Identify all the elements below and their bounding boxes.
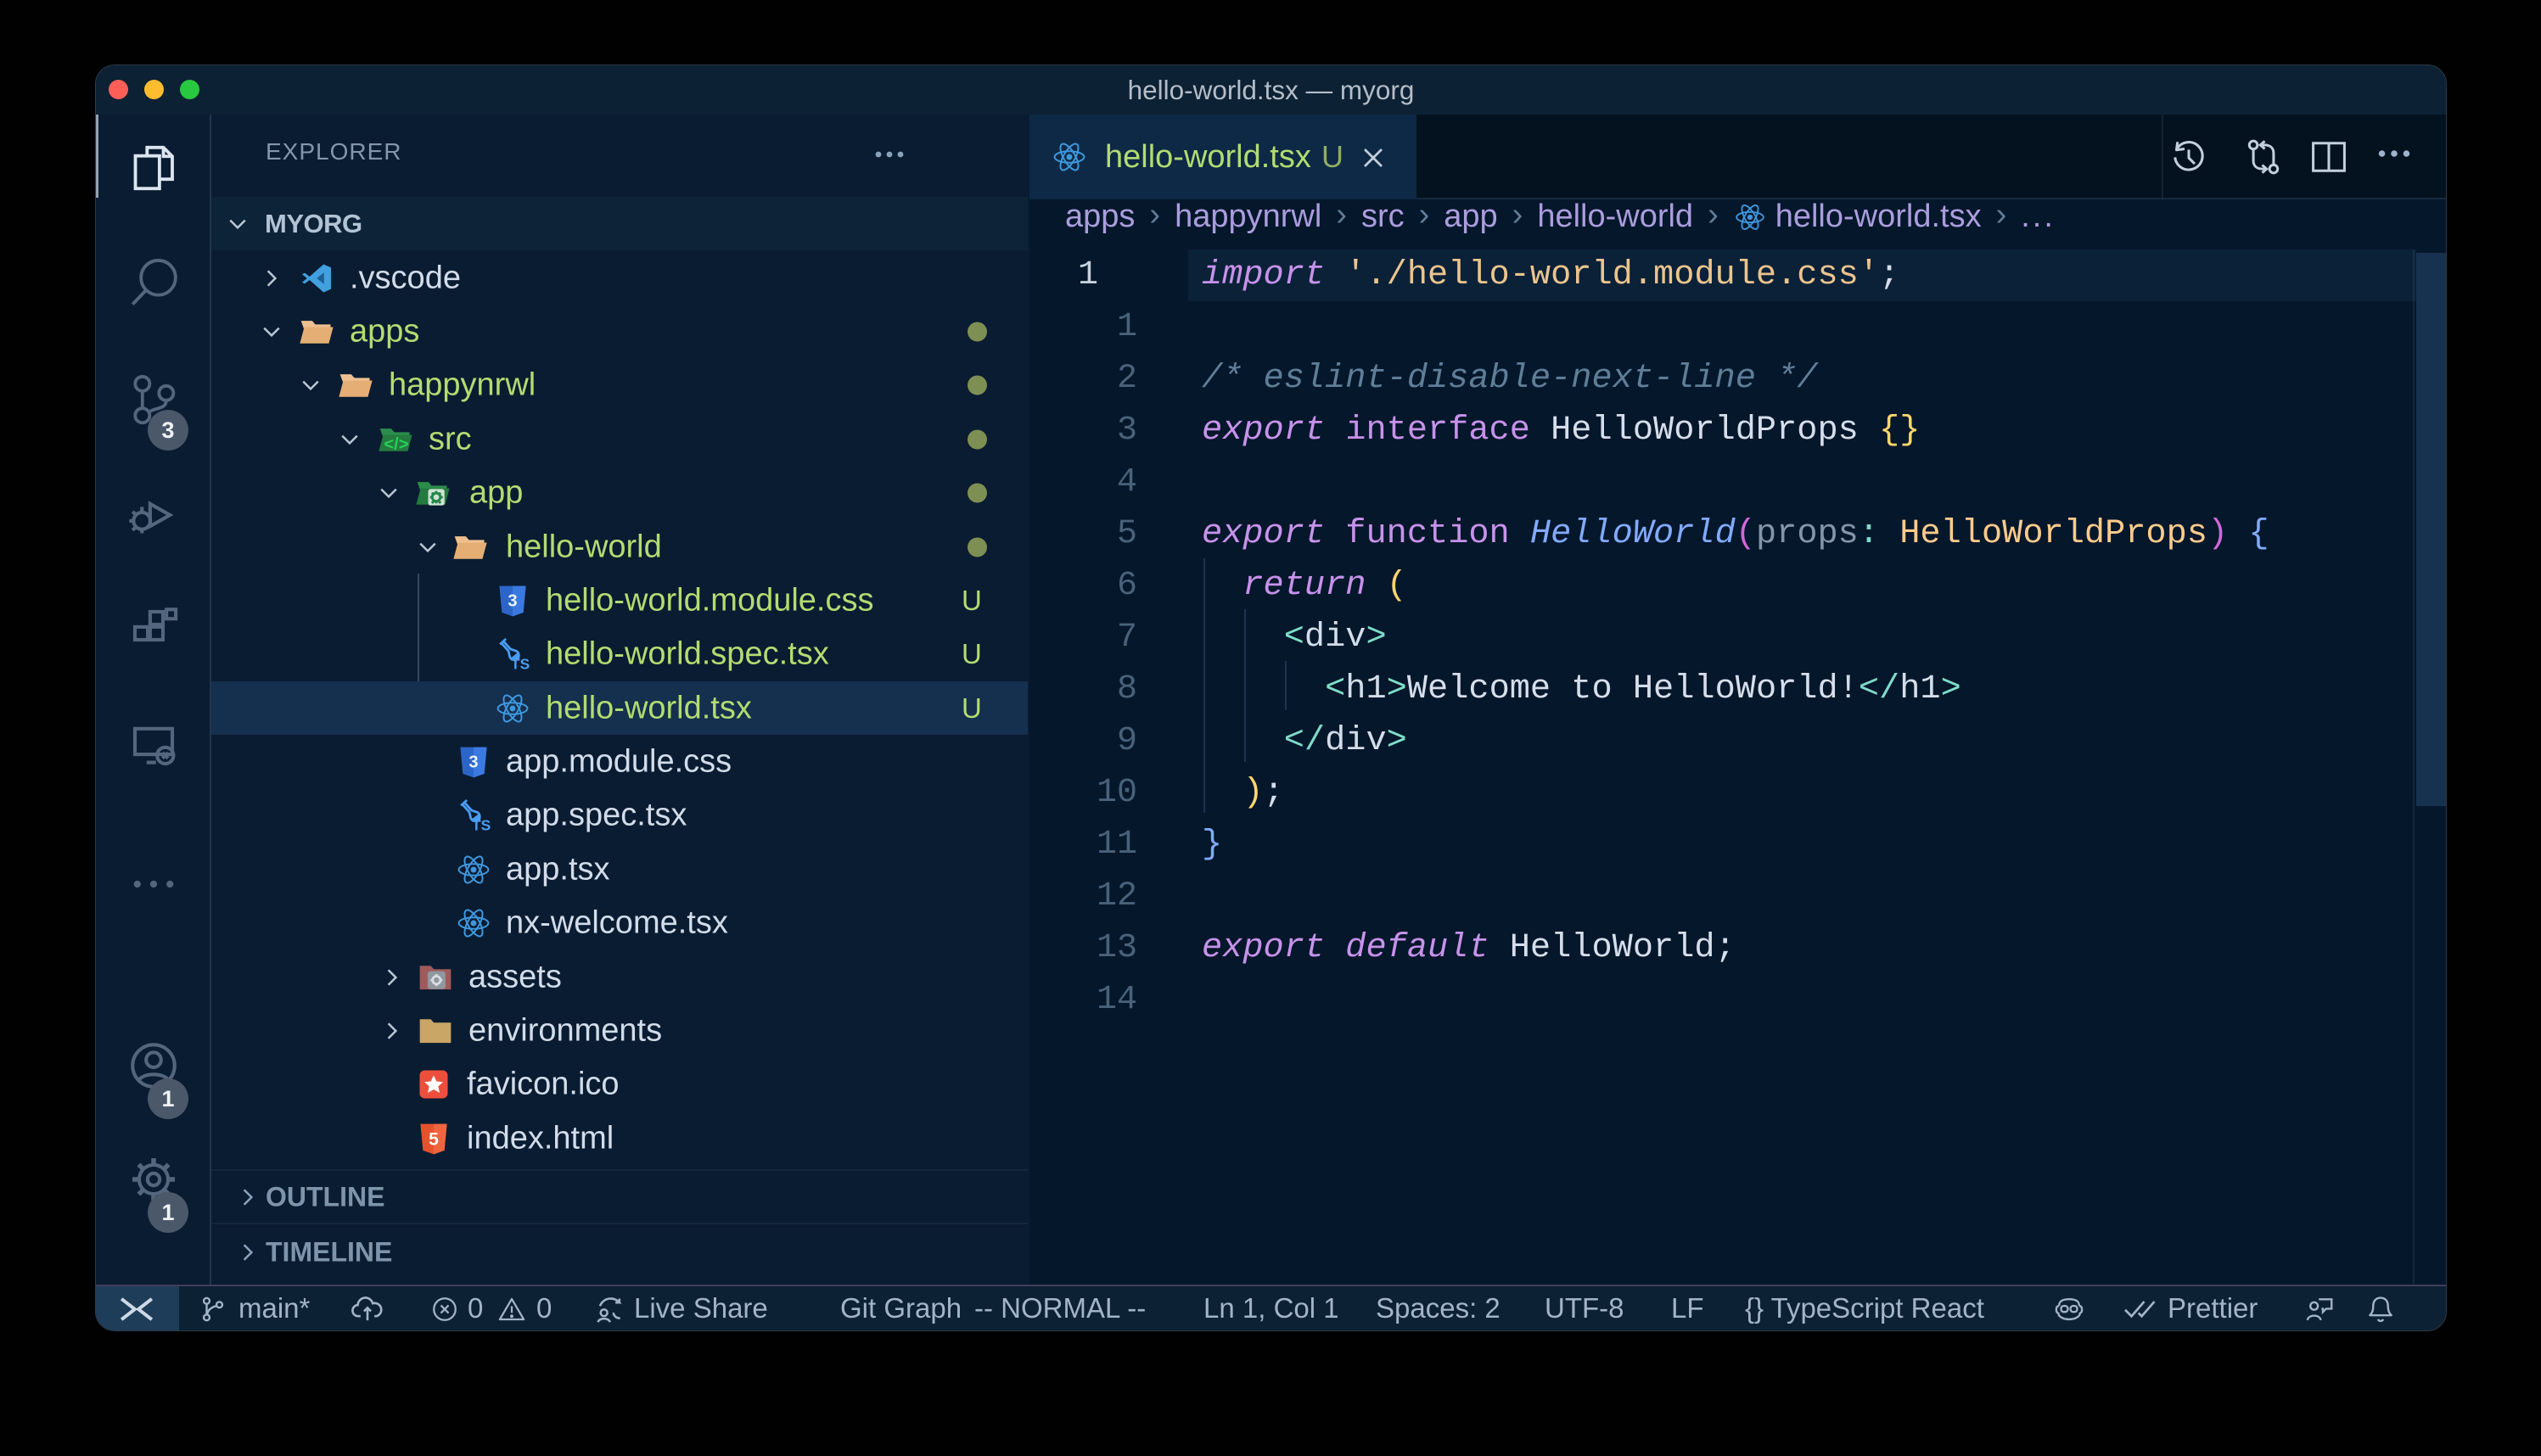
svg-text:3: 3 — [508, 591, 517, 610]
svg-text:5: 5 — [429, 1129, 439, 1149]
svg-text:3: 3 — [468, 753, 478, 771]
svg-text:TS: TS — [472, 816, 491, 833]
svg-text:TS: TS — [511, 655, 530, 672]
svg-text:</>: </> — [384, 434, 408, 453]
